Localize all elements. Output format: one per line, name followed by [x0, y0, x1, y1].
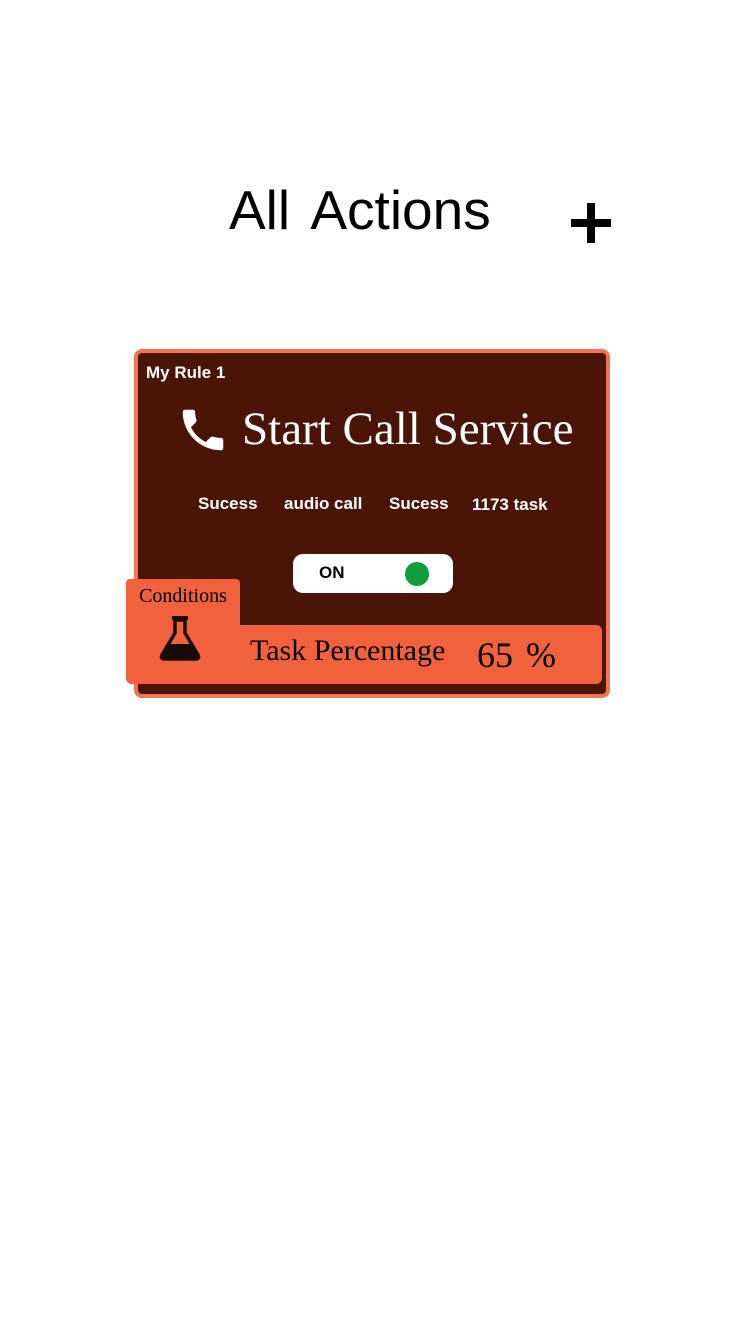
toggle-knob: [405, 562, 429, 586]
flask-icon: [159, 616, 201, 661]
stat-status: Sucess: [198, 494, 258, 513]
service-title: Start Call Service: [242, 403, 574, 455]
phone-icon: [182, 409, 224, 451]
rule-name: My Rule 1: [146, 363, 226, 382]
conditions-tab[interactable]: Conditions: [126, 579, 240, 684]
rule-toggle[interactable]: ON: [293, 554, 453, 593]
task-percentage-label: Task Percentage: [250, 634, 446, 667]
add-action-button[interactable]: [566, 198, 616, 248]
task-percentage-value: 65 %: [477, 635, 556, 675]
stat-call-type: audio call: [284, 494, 363, 513]
page-title: All Actions: [229, 179, 491, 241]
stat-result: Sucess: [389, 494, 449, 513]
plus-icon: [571, 203, 611, 243]
stat-task-count: 1173 task: [472, 495, 548, 514]
toggle-label: ON: [319, 563, 345, 582]
conditions-label: Conditions: [139, 585, 227, 607]
